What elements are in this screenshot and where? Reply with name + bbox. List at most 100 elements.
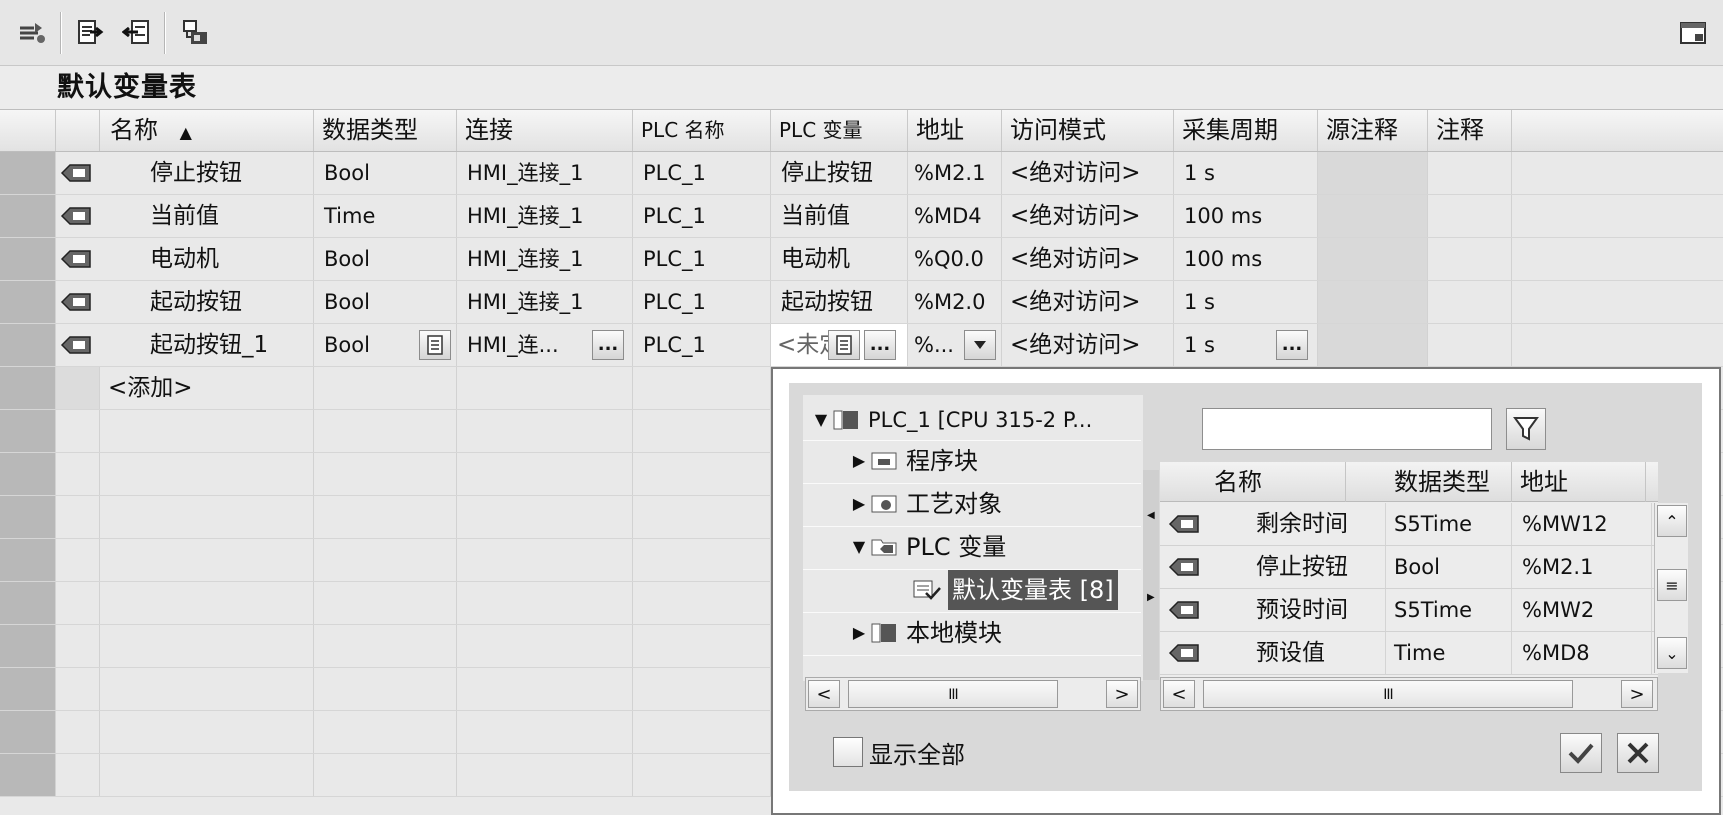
collapse-arrow-icon[interactable]: ▼ [848,527,870,567]
tree-node-plc[interactable]: ▼ PLC_1 [CPU 315-2 P... [810,400,1092,440]
column-connection[interactable]: 连接 [457,110,633,151]
cell-connection[interactable]: HMI_连接_1 [457,238,633,280]
window-toggle-icon[interactable] [1676,16,1712,50]
cell-access-mode[interactable]: <绝对访问> [1002,152,1174,194]
scroll-thumb[interactable]: III [848,680,1058,708]
expand-arrow-icon[interactable]: ▶ [848,484,870,524]
import-icon[interactable] [118,16,154,50]
cell-comment[interactable] [1428,281,1512,323]
cell-datatype[interactable]: Bool [314,281,457,323]
export-icon[interactable] [72,16,108,50]
cell-connection[interactable]: HMI_连接_1 [457,152,633,194]
list-item[interactable]: 剩余时间 S5Time %MW12 [1160,503,1658,546]
confirm-button[interactable] [1560,733,1602,773]
cell-address[interactable]: %M2.0 [908,281,1002,323]
cell-plc-name[interactable]: PLC_1 [633,238,771,280]
table-row[interactable]: 起动按钮 Bool HMI_连接_1 PLC_1 起动按钮 %M2.0 <绝对访… [0,281,1723,324]
cell-name[interactable]: 起动按钮 [100,281,314,323]
plc-tag-browse-button[interactable]: ... [864,330,896,360]
address-dropdown-button[interactable] [964,330,996,360]
cancel-button[interactable] [1617,733,1659,773]
cell-acq-cycle[interactable]: 100 ms [1174,238,1318,280]
tree-horizontal-scrollbar[interactable]: < III > [805,677,1141,711]
table-row-editing[interactable]: 起动按钮_1 Bool HMI_连... ... PLC_1 <未定 ... %… [0,324,1723,367]
tree-node-technology-objects[interactable]: ▶ 工艺对象 [848,484,1002,524]
cell-comment[interactable] [1428,152,1512,194]
list-horizontal-scrollbar[interactable]: < III > [1160,677,1658,711]
expand-arrow-icon[interactable]: ▶ [848,613,870,653]
tree-node-local-modules[interactable]: ▶ 本地模块 [848,613,1002,653]
cell-acq-cycle[interactable]: 100 ms [1174,195,1318,237]
cell-plc-tag[interactable]: 停止按钮 [771,152,908,194]
cell-acq-cycle[interactable]: 1 s [1174,152,1318,194]
list-column-datatype[interactable]: 数据类型 [1386,462,1512,502]
list-column-name[interactable]: 名称 [1206,462,1346,502]
list-column-address[interactable]: 地址 [1512,462,1646,502]
cell-name[interactable]: 起动按钮_1 [100,324,314,366]
cell-plc-name[interactable]: PLC_1 [633,195,771,237]
column-plc-tag[interactable]: PLC 变量 [771,110,908,151]
table-row[interactable]: 电动机 Bool HMI_连接_1 PLC_1 电动机 %Q0.0 <绝对访问>… [0,238,1723,281]
cell-plc-tag[interactable]: 当前值 [771,195,908,237]
cell-datatype[interactable]: Bool [314,152,457,194]
splitter-right-arrow-icon[interactable]: ▶ [1147,592,1155,603]
cell-connection[interactable]: HMI_连接_1 [457,281,633,323]
scroll-left-icon[interactable]: < [1163,680,1195,708]
scroll-down-icon[interactable]: ⌄ [1657,637,1687,669]
connection-browse-button[interactable]: ... [592,330,624,360]
column-access-mode[interactable]: 访问模式 [1002,110,1174,151]
pane-splitter[interactable]: ◀ ▶ [1143,470,1159,680]
datatype-list-button[interactable] [419,330,451,360]
cell-address[interactable]: %M2.1 [908,152,1002,194]
scroll-left-icon[interactable]: < [808,680,840,708]
list-item[interactable]: 停止按钮 Bool %M2.1 [1160,546,1658,589]
scroll-right-icon[interactable]: > [1621,680,1653,708]
cell-datatype[interactable]: Time [314,195,457,237]
cell-address[interactable]: %Q0.0 [908,238,1002,280]
splitter-left-arrow-icon[interactable]: ◀ [1147,510,1155,521]
cell-access-mode[interactable]: <绝对访问> [1002,238,1174,280]
cell-plc-name[interactable]: PLC_1 [633,324,771,366]
show-all-option[interactable]: 显示全部 [833,734,965,770]
column-plc-name[interactable]: PLC 名称 [633,110,771,151]
tree-node-default-tag-table[interactable]: 默认变量表 [8] [912,570,1118,610]
column-comment[interactable]: 注释 [1428,110,1512,151]
expand-arrow-icon[interactable]: ▶ [848,441,870,481]
add-rows-icon[interactable] [14,16,50,50]
cycle-browse-button[interactable]: ... [1276,330,1308,360]
plc-tag-list-button[interactable] [828,330,860,360]
cell-name[interactable]: 当前值 [100,195,314,237]
cell-plc-tag[interactable]: 电动机 [771,238,908,280]
column-datatype[interactable]: 数据类型 [314,110,457,151]
scroll-thumb[interactable]: III [1203,680,1573,708]
scroll-right-icon[interactable]: > [1106,680,1138,708]
column-acq-cycle[interactable]: 采集周期 [1174,110,1318,151]
cell-plc-name[interactable]: PLC_1 [633,152,771,194]
scroll-thumb[interactable]: ≡ [1657,569,1687,601]
cell-plc-tag[interactable]: 起动按钮 [771,281,908,323]
cell-connection[interactable]: HMI_连接_1 [457,195,633,237]
list-item[interactable]: 预设时间 S5Time %MW2 [1160,589,1658,632]
list-item[interactable]: 预设值 Time %MD8 [1160,632,1658,675]
table-row[interactable]: 当前值 Time HMI_连接_1 PLC_1 当前值 %MD4 <绝对访问> … [0,195,1723,238]
cell-access-mode[interactable]: <绝对访问> [1002,324,1174,366]
table-row[interactable]: 停止按钮 Bool HMI_连接_1 PLC_1 停止按钮 %M2.1 <绝对访… [0,152,1723,195]
add-new-tag[interactable]: <添加> [100,367,314,409]
cell-acq-cycle[interactable]: 1 s [1174,281,1318,323]
collapse-arrow-icon[interactable]: ▼ [810,400,832,440]
column-name[interactable]: 名称 ▲ [100,110,314,151]
cell-name[interactable]: 停止按钮 [100,152,314,194]
monitor-icon[interactable] [178,16,214,50]
cell-plc-name[interactable]: PLC_1 [633,281,771,323]
filter-button[interactable] [1506,408,1546,450]
tree-node-program-blocks[interactable]: ▶ 程序块 [848,441,978,481]
cell-comment[interactable] [1428,238,1512,280]
cell-address[interactable]: %MD4 [908,195,1002,237]
cell-access-mode[interactable]: <绝对访问> [1002,195,1174,237]
cell-access-mode[interactable]: <绝对访问> [1002,281,1174,323]
cell-comment[interactable] [1428,324,1512,366]
list-vertical-scrollbar[interactable]: ⌃ ≡ ⌄ [1654,503,1688,673]
cell-datatype[interactable]: Bool [314,238,457,280]
column-source-comment[interactable]: 源注释 [1318,110,1428,151]
tag-search-input[interactable] [1202,408,1492,450]
